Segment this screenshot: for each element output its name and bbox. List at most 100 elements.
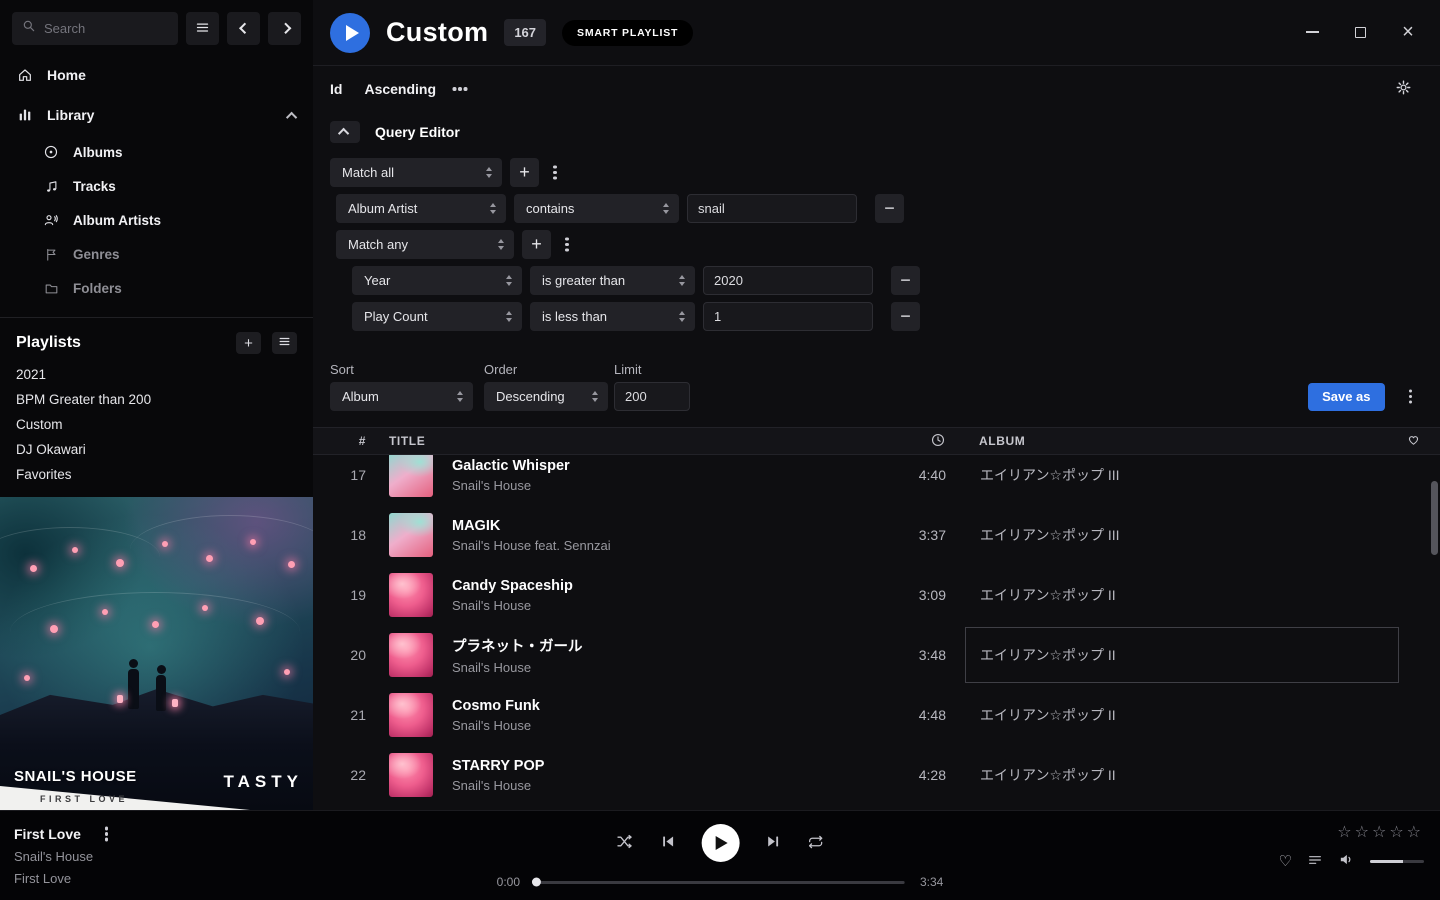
order-select[interactable]: Descending [484, 382, 608, 411]
progress-bar[interactable] [535, 881, 905, 884]
track-title[interactable]: Cosmo Funk [452, 698, 858, 714]
track-artist[interactable]: Snail's House [452, 660, 858, 675]
minimize-button[interactable] [1304, 24, 1320, 40]
now-playing-artwork[interactable]: SNAIL'S HOUSE FIRST LOVE TASTY [0, 497, 313, 810]
rule-field-select[interactable]: Album Artist [336, 194, 506, 223]
sidebar-item-folders[interactable]: Folders [0, 271, 313, 305]
close-button[interactable]: × [1400, 24, 1416, 40]
limit-input[interactable] [614, 382, 690, 411]
progress-handle[interactable] [532, 878, 541, 887]
add-rule-button[interactable]: + [510, 158, 539, 187]
rule-value-input[interactable] [703, 302, 873, 331]
playlist-view-button[interactable] [272, 332, 297, 354]
track-album[interactable]: エイリアン☆ポップ II [965, 687, 1399, 743]
remove-rule-button[interactable]: − [891, 266, 920, 295]
rule-operator-select[interactable]: is greater than [530, 266, 695, 295]
playlists-header: Playlists + [0, 318, 313, 362]
table-row[interactable]: 21 Cosmo Funk Snail's House 4:48 エイリアン☆ポ… [313, 685, 1440, 745]
rule-operator-select[interactable]: is less than [530, 302, 695, 331]
rule-operator-select[interactable]: contains [514, 194, 679, 223]
rule-value-input[interactable] [687, 194, 857, 223]
table-row[interactable]: 18 MAGIK Snail's House feat. Sennzai 3:3… [313, 505, 1440, 565]
sidebar-item-album-artists[interactable]: Album Artists [0, 203, 313, 237]
sidebar-item-albums[interactable]: Albums [0, 135, 313, 169]
collapse-chevron-icon[interactable] [289, 107, 297, 123]
next-button[interactable] [765, 833, 782, 853]
column-duration[interactable] [858, 432, 948, 451]
group-options-button[interactable] [547, 158, 563, 187]
track-artist[interactable]: Snail's House [452, 478, 858, 493]
table-row[interactable]: 20 プラネット・ガール Snail's House 3:48 エイリアン☆ポッ… [313, 625, 1440, 685]
playlist-item[interactable]: DJ Okawari [0, 437, 313, 462]
query-options-button[interactable] [1403, 382, 1419, 411]
track-album-focused[interactable]: エイリアン☆ポップ II [965, 627, 1399, 683]
track-artist[interactable]: Snail's House [452, 598, 858, 613]
sort-field-label[interactable]: Id [330, 81, 342, 97]
playlist-item[interactable]: Custom [0, 412, 313, 437]
rule-field-select[interactable]: Year [352, 266, 522, 295]
play-playlist-button[interactable] [330, 13, 370, 53]
previous-button[interactable] [660, 833, 677, 853]
now-playing-album[interactable]: First Love [14, 871, 114, 886]
track-title[interactable]: STARRY POP [452, 758, 858, 774]
track-album[interactable]: エイリアン☆ポップ III [965, 507, 1399, 563]
column-favorite[interactable] [1399, 432, 1428, 450]
sidebar-item-genres[interactable]: Genres [0, 237, 313, 271]
track-artist[interactable]: Snail's House [452, 718, 858, 733]
track-artist[interactable]: Snail's House [452, 778, 858, 793]
subgroup-add-rule-button[interactable]: + [522, 230, 551, 259]
rule-field-select[interactable]: Play Count [352, 302, 522, 331]
remove-rule-button[interactable]: − [891, 302, 920, 331]
subgroup-options-button[interactable] [559, 230, 575, 259]
rating-stars[interactable]: ☆☆☆☆☆ [1337, 822, 1424, 841]
play-pause-button[interactable] [702, 824, 740, 862]
rule-value-input[interactable] [703, 266, 873, 295]
search-input[interactable] [44, 21, 152, 36]
track-album[interactable]: エイリアン☆ポップ II [965, 567, 1399, 623]
sidebar-item-library[interactable]: Library [0, 95, 313, 135]
playlist-item[interactable]: Favorites [0, 462, 313, 487]
add-playlist-button[interactable]: + [236, 332, 261, 354]
repeat-button[interactable] [807, 833, 825, 854]
sort-direction-label[interactable]: Ascending [364, 81, 436, 97]
back-button[interactable] [227, 12, 260, 45]
track-title[interactable]: Candy Spaceship [452, 578, 858, 594]
now-playing-artist[interactable]: Snail's House [14, 849, 114, 864]
subgroup-match-select[interactable]: Match any [336, 230, 514, 259]
forward-button[interactable] [268, 12, 301, 45]
volume-slider[interactable] [1370, 860, 1424, 863]
shuffle-button[interactable] [616, 832, 635, 854]
now-playing-options-button[interactable] [99, 826, 115, 842]
sidebar-item-home[interactable]: Home [0, 55, 313, 95]
sort-select[interactable]: Album [330, 382, 473, 411]
more-options-icon[interactable] [458, 87, 462, 91]
column-index[interactable]: # [330, 434, 374, 448]
scrollbar-thumb[interactable] [1431, 481, 1438, 555]
track-album[interactable]: エイリアン☆ポップ II [965, 747, 1399, 803]
search-box[interactable] [12, 12, 178, 45]
track-artist[interactable]: Snail's House feat. Sennzai [452, 538, 858, 553]
menu-button[interactable] [186, 12, 219, 45]
maximize-button[interactable] [1352, 24, 1368, 40]
mute-button[interactable] [1338, 851, 1355, 871]
track-album[interactable]: エイリアン☆ポップ III [965, 455, 1399, 503]
remove-rule-button[interactable]: − [875, 194, 904, 223]
track-title[interactable]: MAGIK [452, 518, 858, 534]
play-icon [716, 836, 728, 850]
queue-button[interactable] [1307, 852, 1323, 871]
settings-gear-button[interactable] [1395, 79, 1412, 99]
playlist-item[interactable]: 2021 [0, 362, 313, 387]
track-title[interactable]: Galactic Whisper [452, 458, 858, 474]
table-row[interactable]: 22 STARRY POP Snail's House 4:28 エイリアン☆ポ… [313, 745, 1440, 805]
column-album[interactable]: ALBUM [965, 434, 1399, 448]
favorite-button[interactable]: ♡ [1279, 852, 1292, 870]
column-title[interactable]: TITLE [374, 434, 858, 448]
playlist-item[interactable]: BPM Greater than 200 [0, 387, 313, 412]
save-as-button[interactable]: Save as [1308, 383, 1384, 411]
table-row[interactable]: 19 Candy Spaceship Snail's House 3:09 エイ… [313, 565, 1440, 625]
table-row[interactable]: 17 Galactic Whisper Snail's House 4:40 エ… [313, 455, 1440, 505]
sidebar-item-tracks[interactable]: Tracks [0, 169, 313, 203]
track-title[interactable]: プラネット・ガール [452, 635, 858, 656]
match-select[interactable]: Match all [330, 158, 502, 187]
query-editor-collapse-button[interactable] [330, 121, 360, 143]
